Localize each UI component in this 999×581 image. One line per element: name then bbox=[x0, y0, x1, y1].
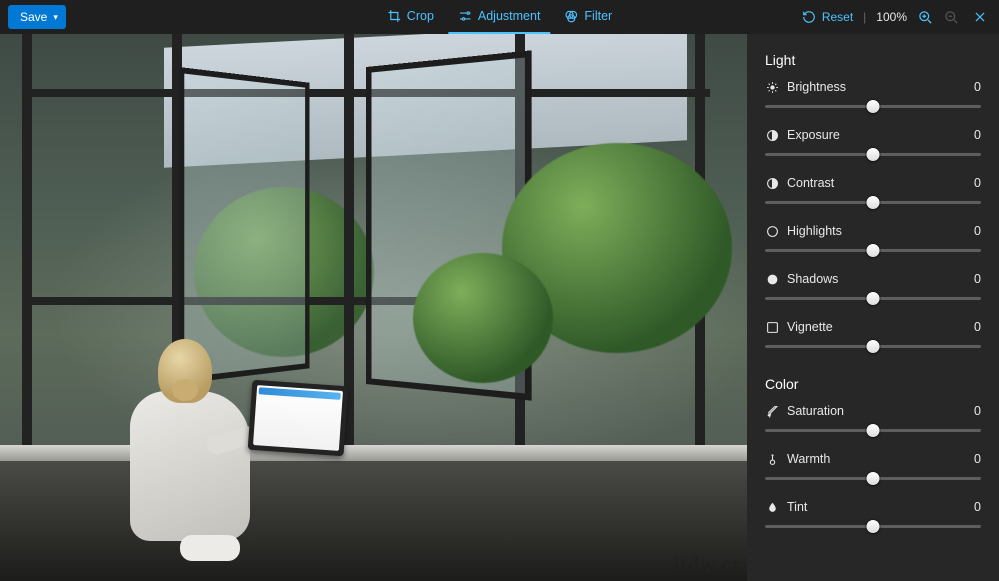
brightness-slider[interactable] bbox=[765, 98, 981, 114]
tab-adjustment-label: Adjustment bbox=[478, 9, 541, 23]
highlights-value: 0 bbox=[974, 224, 981, 238]
close-icon[interactable] bbox=[969, 10, 991, 24]
filter-icon bbox=[564, 9, 578, 23]
zoom-out-icon[interactable] bbox=[943, 9, 959, 25]
top-toolbar: Save ▾ Crop Adjustment Filter R bbox=[0, 0, 999, 34]
contrast-icon bbox=[765, 176, 779, 190]
saturation-icon bbox=[765, 404, 779, 418]
reset-label: Reset bbox=[822, 10, 853, 24]
tint-row: Tint 0 bbox=[765, 500, 981, 534]
saturation-label: Saturation bbox=[787, 404, 966, 418]
warmth-thumb[interactable] bbox=[867, 472, 880, 485]
exposure-label: Exposure bbox=[787, 128, 966, 142]
warmth-row: Warmth 0 bbox=[765, 452, 981, 486]
contrast-row: Contrast 0 bbox=[765, 176, 981, 210]
save-label: Save bbox=[20, 10, 47, 24]
brightness-thumb[interactable] bbox=[867, 100, 880, 113]
brightness-icon bbox=[765, 80, 779, 94]
highlights-thumb[interactable] bbox=[867, 244, 880, 257]
save-button[interactable]: Save ▾ bbox=[8, 5, 66, 29]
watermark-text: itdw.cr bbox=[674, 551, 741, 577]
tab-crop[interactable]: Crop bbox=[377, 0, 444, 34]
brightness-row: Brightness 0 bbox=[765, 80, 981, 114]
tint-slider[interactable] bbox=[765, 518, 981, 534]
highlights-row: Highlights 0 bbox=[765, 224, 981, 258]
exposure-row: Exposure 0 bbox=[765, 128, 981, 162]
tint-thumb[interactable] bbox=[867, 520, 880, 533]
toolbar-right: Reset | 100% bbox=[802, 9, 991, 25]
shadows-slider[interactable] bbox=[765, 290, 981, 306]
shadows-row: Shadows 0 bbox=[765, 272, 981, 306]
highlights-icon bbox=[765, 224, 779, 238]
edited-photo: itdw.cr bbox=[0, 34, 747, 581]
warmth-icon bbox=[765, 452, 779, 466]
chevron-down-icon: ▾ bbox=[53, 12, 58, 23]
contrast-value: 0 bbox=[974, 176, 981, 190]
contrast-slider[interactable] bbox=[765, 194, 981, 210]
exposure-slider[interactable] bbox=[765, 146, 981, 162]
main-area: itdw.cr Light Brightness 0 Exposure 0 Co bbox=[0, 34, 999, 581]
vignette-label: Vignette bbox=[787, 320, 966, 334]
vignette-value: 0 bbox=[974, 320, 981, 334]
vignette-icon bbox=[765, 320, 779, 334]
exposure-icon bbox=[765, 128, 779, 142]
exposure-value: 0 bbox=[974, 128, 981, 142]
tint-value: 0 bbox=[974, 500, 981, 514]
brightness-label: Brightness bbox=[787, 80, 966, 94]
light-section-title: Light bbox=[765, 52, 981, 68]
adjustment-icon bbox=[458, 9, 472, 23]
tint-icon bbox=[765, 500, 779, 514]
adjustments-panel: Light Brightness 0 Exposure 0 Contrast 0 bbox=[747, 34, 999, 581]
saturation-slider[interactable] bbox=[765, 422, 981, 438]
contrast-thumb[interactable] bbox=[867, 196, 880, 209]
shadows-icon bbox=[765, 272, 779, 286]
saturation-row: Saturation 0 bbox=[765, 404, 981, 438]
tint-label: Tint bbox=[787, 500, 966, 514]
brightness-value: 0 bbox=[974, 80, 981, 94]
image-canvas[interactable]: itdw.cr bbox=[0, 34, 747, 581]
shadows-label: Shadows bbox=[787, 272, 966, 286]
saturation-thumb[interactable] bbox=[867, 424, 880, 437]
divider: | bbox=[863, 10, 866, 24]
highlights-slider[interactable] bbox=[765, 242, 981, 258]
reset-icon bbox=[802, 10, 816, 24]
vignette-thumb[interactable] bbox=[867, 340, 880, 353]
tab-filter[interactable]: Filter bbox=[554, 0, 622, 34]
tab-crop-label: Crop bbox=[407, 9, 434, 23]
vignette-slider[interactable] bbox=[765, 338, 981, 354]
tab-adjustment[interactable]: Adjustment bbox=[448, 0, 551, 34]
zoom-in-icon[interactable] bbox=[917, 9, 933, 25]
tool-tabs: Crop Adjustment Filter bbox=[377, 0, 622, 34]
highlights-label: Highlights bbox=[787, 224, 966, 238]
exposure-thumb[interactable] bbox=[867, 148, 880, 161]
contrast-label: Contrast bbox=[787, 176, 966, 190]
saturation-value: 0 bbox=[974, 404, 981, 418]
warmth-slider[interactable] bbox=[765, 470, 981, 486]
warmth-value: 0 bbox=[974, 452, 981, 466]
shadows-value: 0 bbox=[974, 272, 981, 286]
color-section-title: Color bbox=[765, 376, 981, 392]
zoom-percent: 100% bbox=[876, 10, 907, 24]
tab-filter-label: Filter bbox=[584, 9, 612, 23]
warmth-label: Warmth bbox=[787, 452, 966, 466]
vignette-row: Vignette 0 bbox=[765, 320, 981, 354]
reset-button[interactable]: Reset bbox=[802, 10, 853, 24]
shadows-thumb[interactable] bbox=[867, 292, 880, 305]
crop-icon bbox=[387, 9, 401, 23]
